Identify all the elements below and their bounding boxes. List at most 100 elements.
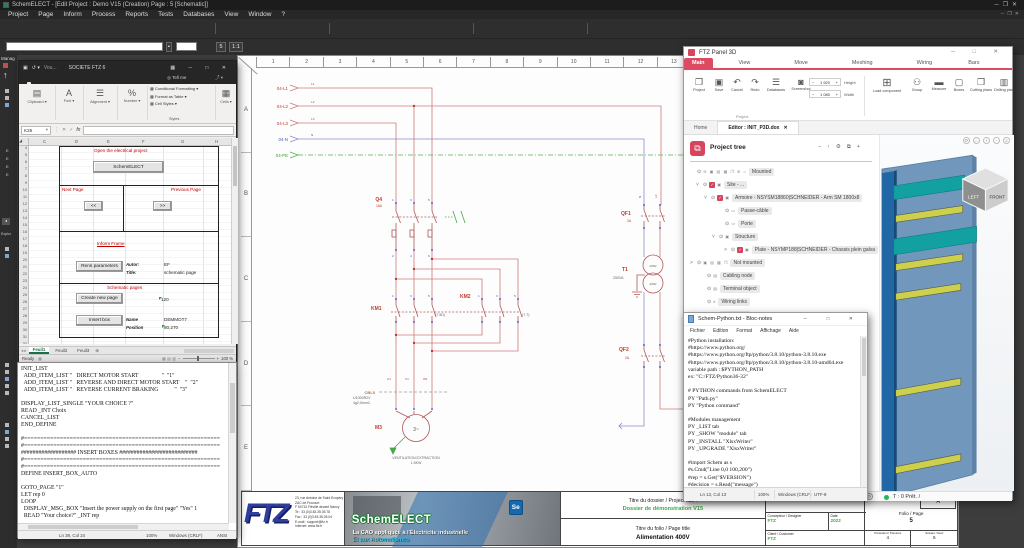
mdi-window-controls[interactable]: ─❐✕: [1001, 11, 1022, 17]
eye-icon[interactable]: ⊙: [703, 182, 707, 188]
tree-item-not-mounted[interactable]: ˃ ⊙ ✓ ▣ ▤ ▦ ❐ Not mounted: [690, 256, 878, 269]
eye-icon[interactable]: ⊙: [725, 208, 729, 214]
dock-icon[interactable]: [5, 384, 9, 388]
cell-styles[interactable]: ▦ Cell Styles ▾: [150, 100, 198, 108]
menu-inform[interactable]: Inform: [63, 11, 81, 18]
print-icon[interactable]: [108, 21, 123, 36]
dock-icon[interactable]: [5, 103, 9, 107]
viewport-3d[interactable]: ⟳⌂+−≡ LEFT FRONT: [879, 135, 1014, 491]
sheet-tab-feuil3[interactable]: Feuil3: [73, 347, 93, 354]
close-tab-icon[interactable]: ✕: [783, 125, 787, 131]
boxes-button[interactable]: ▢Boxes: [950, 77, 968, 92]
cells-group[interactable]: ▦ Cells ▾: [216, 88, 236, 104]
undo-icon[interactable]: ↺ ▾: [32, 65, 40, 71]
qf1-breaker[interactable]: [641, 205, 665, 228]
mounted-checkbox[interactable]: ✓: [709, 182, 715, 188]
menu-page[interactable]: Page: [38, 11, 53, 18]
command-input[interactable]: [6, 42, 163, 51]
tree-item-label[interactable]: Porte: [738, 220, 756, 228]
tree-item-label[interactable]: Plate - NSYMP188|SCHNEIDER - Chassis ple…: [752, 246, 878, 254]
dock-icon[interactable]: [5, 391, 9, 395]
page-tool-icon-2[interactable]: [510, 21, 525, 36]
expand-arrow-icon[interactable]: ˃: [724, 247, 729, 253]
image-frame-icon[interactable]: [366, 21, 381, 36]
rotate-right-icon[interactable]: [312, 21, 327, 36]
dock-icon[interactable]: [5, 89, 9, 93]
menu-affichage[interactable]: Affichage: [760, 328, 781, 334]
page-tool-icon-4[interactable]: [540, 21, 555, 36]
width-stepper[interactable]: −1 080+: [809, 90, 841, 98]
cancel-button[interactable]: ↶Cancel: [728, 77, 746, 92]
eye-icon[interactable]: ⊙: [725, 221, 729, 227]
menu-databases[interactable]: Databases: [183, 11, 214, 18]
sheet-hscrollbar[interactable]: [184, 349, 234, 353]
tree-item-label[interactable]: Cabling node: [720, 272, 755, 280]
databases-button[interactable]: ☰Databases: [764, 77, 788, 92]
sheet-vscrollbar[interactable]: [231, 138, 238, 344]
editor-hscrollbar[interactable]: [18, 523, 229, 530]
dock-icon[interactable]: [5, 444, 9, 448]
tree-item-label[interactable]: Wiring links: [718, 298, 750, 306]
page-list-icon[interactable]: [237, 21, 252, 36]
paste-icon[interactable]: [93, 21, 108, 36]
conditional-formatting[interactable]: ▦ Conditional Formatting ▾: [150, 85, 198, 93]
mounted-checkbox[interactable]: ✓: [737, 247, 743, 253]
menu-format[interactable]: Format: [736, 328, 752, 334]
tab-bars[interactable]: Bars: [960, 58, 987, 68]
close-icon[interactable]: ✕: [1012, 2, 1021, 8]
macro-record-icon[interactable]: [183, 21, 198, 36]
group-button[interactable]: ⚇Group: [906, 77, 928, 92]
tab-move[interactable]: Move: [786, 58, 815, 68]
alignment-group[interactable]: ☰ Alignment ▾: [85, 88, 115, 104]
open-project-icon[interactable]: [18, 21, 33, 36]
manager-icon[interactable]: [3, 63, 8, 68]
up-arrow-icon[interactable]: ↑: [3, 70, 8, 80]
height-stepper[interactable]: −1 920+: [809, 78, 841, 86]
new-file-icon[interactable]: [3, 21, 18, 36]
measure-triangle-icon[interactable]: [441, 21, 456, 36]
page-tool-icon-1[interactable]: [495, 21, 510, 36]
menu-project[interactable]: Project: [8, 11, 28, 18]
box-red-tool-icon[interactable]: [609, 21, 624, 36]
tell-me[interactable]: ◎ Tell me: [167, 75, 186, 81]
expand-arrow-icon[interactable]: ˅: [712, 234, 717, 240]
tree-item-plate[interactable]: ˃ ⊙ ✓ ▣ Plate - NSYMP188|SCHNEIDER - Cha…: [724, 243, 878, 256]
menu-reports[interactable]: Reports: [125, 11, 148, 18]
tab-view[interactable]: View: [731, 58, 759, 68]
percent-icon[interactable]: %: [119, 88, 145, 98]
page-tool-icon-5[interactable]: [555, 21, 570, 36]
minimize-icon[interactable]: ─: [994, 2, 1002, 8]
zoom-5-button[interactable]: 5: [216, 42, 226, 52]
dock-icon[interactable]: [5, 430, 9, 434]
page-num-cell[interactable]: 120: [161, 297, 169, 302]
tree-item-label[interactable]: Armoire - NSYSM18860|SCHNEIDER - Arm SM …: [732, 194, 862, 202]
page-tool-icon-3[interactable]: [525, 21, 540, 36]
cells-icon[interactable]: ▦: [216, 88, 236, 99]
help-icon[interactable]: [198, 21, 213, 36]
tree-item-label[interactable]: Terminal object: [720, 285, 760, 293]
box-position-value[interactable]: 80,270: [164, 325, 178, 330]
name-box[interactable]: K26▾: [21, 126, 51, 135]
km2-contactor[interactable]: [482, 299, 522, 322]
scale-input[interactable]: [176, 42, 197, 51]
info-icon[interactable]: [411, 21, 426, 36]
red-pen-icon[interactable]: [381, 21, 396, 36]
dock-icon[interactable]: [5, 370, 9, 374]
load-component-button[interactable]: ⊞Load component: [868, 76, 906, 93]
tree-item-structure[interactable]: ˅ ⊙ ✓ ▣ Structure: [712, 230, 878, 243]
insert-box-button[interactable]: Insert box: [76, 315, 123, 326]
font-icon[interactable]: A: [57, 88, 81, 98]
delete-icon[interactable]: [426, 21, 441, 36]
tab-meshing[interactable]: Meshing: [844, 58, 881, 68]
drilling-plan-button[interactable]: ▥Drilling plan: [994, 77, 1014, 92]
eye-icon[interactable]: ⊙: [697, 169, 701, 175]
doc-tab-editor[interactable]: Editor : INIT_P3D.dox✕: [717, 121, 798, 134]
sheet-tab-feuil2[interactable]: Feuil2: [51, 347, 71, 354]
next-page-button[interactable]: >>: [153, 201, 172, 211]
undo-icon[interactable]: [153, 21, 168, 36]
tree-item-site[interactable]: ˅ ⊙ ✓ ▣ Site - ...: [696, 178, 878, 191]
expand-arrow-icon[interactable]: ˅: [696, 182, 701, 188]
tree-item-label[interactable]: Passe-câble: [738, 207, 772, 215]
maximize-icon[interactable]: ❐: [1003, 2, 1012, 8]
share-icon[interactable]: ⤴ ▾: [215, 75, 223, 81]
